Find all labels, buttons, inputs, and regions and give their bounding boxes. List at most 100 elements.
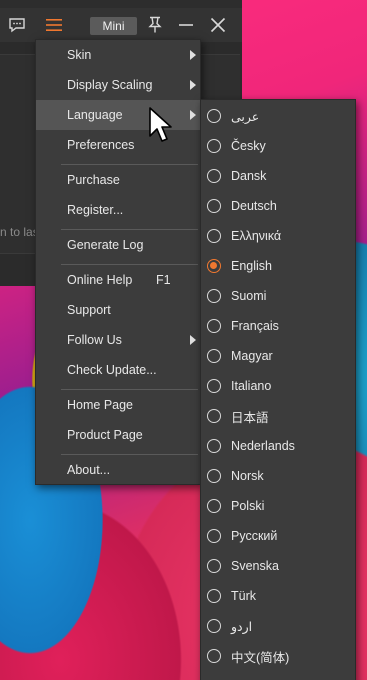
language-label: Svenska — [231, 559, 279, 573]
language-option-dutch[interactable]: Nederlands — [201, 431, 355, 461]
title-bar: Mini — [0, 8, 242, 42]
language-option-danish[interactable]: Dansk — [201, 161, 355, 191]
radio-icon — [207, 379, 221, 393]
language-label: Deutsch — [231, 199, 277, 213]
radio-icon — [207, 229, 221, 243]
menu-item-label: Product Page — [67, 428, 143, 442]
menu-item-label: Skin — [67, 48, 92, 62]
language-label: Italiano — [231, 379, 272, 393]
menu-item-check-update[interactable]: Check Update... — [36, 355, 200, 385]
menu-item-follow-us[interactable]: Follow Us — [36, 325, 200, 355]
language-option-english[interactable]: English — [201, 251, 355, 281]
menu-item-label: Follow Us — [67, 333, 122, 347]
submenu-arrow-icon — [190, 335, 196, 345]
menu-item-register[interactable]: Register... — [36, 195, 200, 225]
language-submenu: عربى Česky Dansk Deutsch Ελληνικά Englis… — [200, 99, 356, 680]
language-option-polish[interactable]: Polski — [201, 491, 355, 521]
language-option-arabic[interactable]: عربى — [201, 101, 355, 131]
language-label: Ελληνικά — [231, 229, 282, 243]
language-option-japanese[interactable]: 日本語 — [201, 401, 355, 431]
menu-item-label: Language — [67, 108, 123, 122]
language-label: Français — [231, 319, 279, 333]
menu-item-language[interactable]: Language — [36, 100, 200, 130]
radio-icon — [207, 529, 221, 543]
language-label: Русский — [231, 529, 278, 543]
minimize-icon[interactable] — [177, 8, 195, 42]
radio-icon — [207, 649, 221, 663]
language-option-german[interactable]: Deutsch — [201, 191, 355, 221]
menu-item-label: Check Update... — [67, 363, 157, 377]
submenu-arrow-icon — [190, 80, 196, 90]
menu-item-label: Online Help — [67, 273, 133, 287]
menu-item-skin[interactable]: Skin — [36, 40, 200, 70]
pin-on-top-icon[interactable] — [146, 8, 164, 42]
radio-icon — [207, 139, 221, 153]
language-option-turkish[interactable]: Türk — [201, 581, 355, 611]
language-label: Nederlands — [231, 439, 295, 453]
feedback-chat-icon[interactable] — [6, 8, 28, 42]
menu-item-shortcut: F1 — [156, 273, 171, 287]
language-option-finnish[interactable]: Suomi — [201, 281, 355, 311]
submenu-arrow-icon — [190, 110, 196, 120]
language-label: Polski — [231, 499, 265, 513]
radio-icon — [207, 589, 221, 603]
menu-item-home-page[interactable]: Home Page — [36, 390, 200, 420]
language-label: اردو — [231, 619, 253, 634]
hamburger-menu-icon[interactable] — [43, 8, 65, 42]
menu-item-label: Preferences — [67, 138, 135, 152]
radio-icon — [207, 439, 221, 453]
menu-item-label: Generate Log — [67, 238, 144, 252]
mouse-cursor-icon — [149, 107, 172, 142]
radio-icon — [207, 169, 221, 183]
menu-item-preferences[interactable]: Preferences — [36, 130, 200, 160]
menu-item-label: Support — [67, 303, 111, 317]
menu-item-display-scaling[interactable]: Display Scaling — [36, 70, 200, 100]
menu-item-label: Register... — [67, 203, 124, 217]
menu-item-support[interactable]: Support — [36, 295, 200, 325]
language-label: عربى — [231, 109, 260, 124]
language-label: Suomi — [231, 289, 267, 303]
mini-mode-button[interactable]: Mini — [90, 17, 137, 35]
close-icon[interactable] — [208, 8, 228, 42]
radio-icon — [207, 619, 221, 633]
menu-item-product-page[interactable]: Product Page — [36, 420, 200, 450]
language-label: Norsk — [231, 469, 264, 483]
radio-icon — [207, 319, 221, 333]
radio-icon — [207, 409, 221, 423]
main-menu: Skin Display Scaling Language Preference… — [35, 39, 201, 485]
language-option-czech[interactable]: Česky — [201, 131, 355, 161]
language-option-urdu[interactable]: اردو — [201, 611, 355, 641]
language-option-swedish[interactable]: Svenska — [201, 551, 355, 581]
language-option-greek[interactable]: Ελληνικά — [201, 221, 355, 251]
language-label: Türk — [231, 589, 256, 603]
menu-item-generate-log[interactable]: Generate Log — [36, 230, 200, 260]
language-option-italian[interactable]: Italiano — [201, 371, 355, 401]
language-option-chinese-simplified[interactable]: 中文(简体) — [201, 641, 355, 671]
language-label: 日本語 — [231, 410, 269, 425]
language-label: Dansk — [231, 169, 267, 183]
radio-icon — [207, 199, 221, 213]
menu-item-purchase[interactable]: Purchase — [36, 165, 200, 195]
menu-item-label: Purchase — [67, 173, 120, 187]
menu-item-label: Home Page — [67, 398, 134, 412]
language-label: Magyar — [231, 349, 273, 363]
language-option-norwegian[interactable]: Norsk — [201, 461, 355, 491]
radio-checked-icon — [207, 259, 221, 273]
language-option-french[interactable]: Français — [201, 311, 355, 341]
language-option-russian[interactable]: Русский — [201, 521, 355, 551]
language-label: 中文(简体) — [231, 650, 290, 665]
radio-icon — [207, 289, 221, 303]
radio-icon — [207, 109, 221, 123]
menu-item-label: About... — [67, 463, 111, 477]
submenu-arrow-icon — [190, 50, 196, 60]
radio-icon — [207, 559, 221, 573]
language-label: Česky — [231, 139, 266, 153]
radio-icon — [207, 469, 221, 483]
language-label: English — [231, 259, 272, 273]
background-hint-text: n to las — [0, 225, 39, 239]
menu-item-label: Display Scaling — [67, 78, 153, 92]
language-option-hungarian[interactable]: Magyar — [201, 341, 355, 371]
radio-icon — [207, 349, 221, 363]
menu-item-online-help[interactable]: Online Help F1 — [36, 265, 200, 295]
menu-item-about[interactable]: About... — [36, 455, 200, 485]
